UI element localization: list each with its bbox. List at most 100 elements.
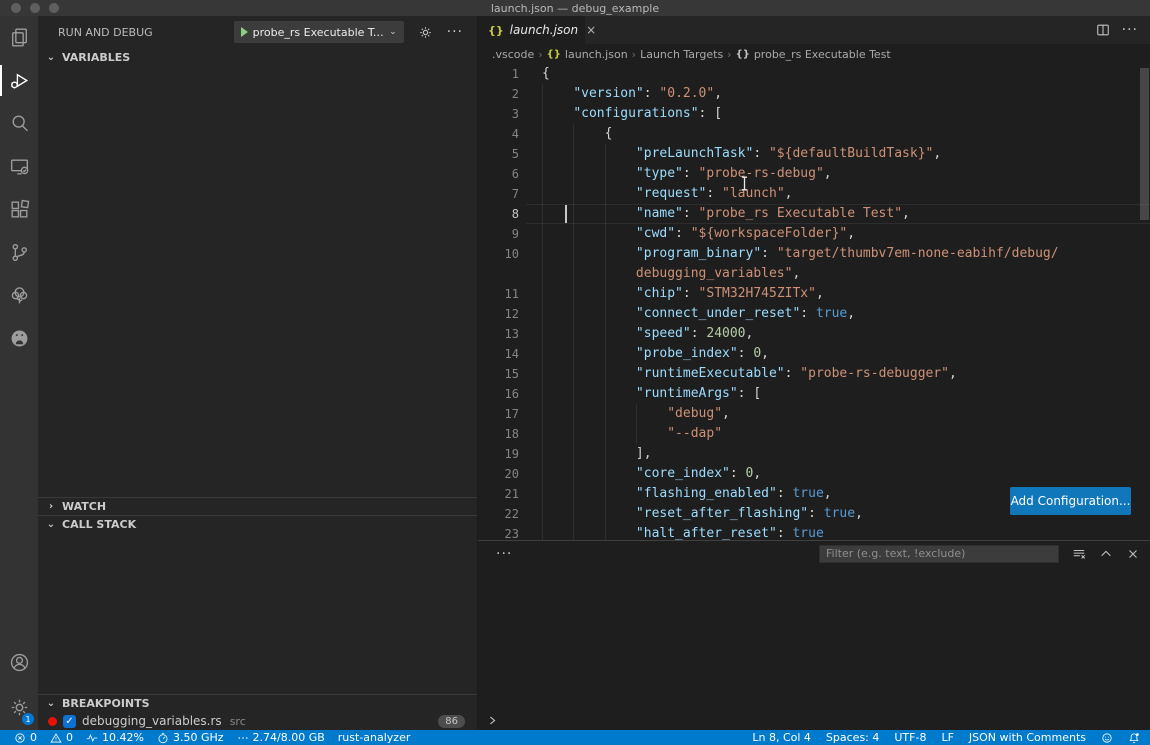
panel-filter-input[interactable] [819,545,1059,563]
line-number[interactable]: 14 [478,344,526,364]
editor-more-actions-icon[interactable]: ··· [1122,22,1138,38]
line-number[interactable]: 4 [478,124,526,144]
maximize-panel-icon[interactable] [1099,547,1113,561]
code-line[interactable]: 17 "debug", [478,404,1150,424]
line-number[interactable]: 21 [478,484,526,504]
search-icon[interactable] [0,102,38,145]
status-item-rust-analyzer[interactable]: rust-analyzer [338,731,411,744]
settings-gear-icon[interactable]: 1 [0,684,38,730]
code-line[interactable]: debugging_variables", [478,264,1150,284]
clear-console-icon[interactable] [1072,547,1086,561]
status-item-0[interactable]: 0 [50,731,73,744]
line-number[interactable]: 12 [478,304,526,324]
code-line[interactable]: 7 "request": "launch", [478,184,1150,204]
line-number[interactable]: 3 [478,104,526,124]
run-and-debug-icon[interactable] [0,59,38,102]
line-number[interactable]: 8 [478,204,526,224]
github-icon[interactable] [0,317,38,360]
watch-section-header[interactable]: › WATCH [38,497,477,515]
code-line[interactable]: 2 "version": "0.2.0", [478,84,1150,104]
accounts-icon[interactable] [0,641,38,684]
code-line[interactable]: 19 ], [478,444,1150,464]
breadcrumb-item[interactable]: {}launch.json [547,48,628,61]
status-item-2-74-8-00-gb[interactable]: 2.74/8.00 GB [237,731,325,744]
debug-settings-gear-icon[interactable] [418,25,433,40]
zoom-window-button[interactable] [49,3,59,13]
code-line[interactable]: 15 "runtimeExecutable": "probe-rs-debugg… [478,364,1150,384]
line-number[interactable]: 22 [478,504,526,524]
status-item-ln-8-col-4[interactable]: Ln 8, Col 4 [752,731,811,744]
line-number[interactable]: 6 [478,164,526,184]
debug-console-input[interactable] [478,711,1150,730]
line-number[interactable]: 1 [478,64,526,84]
split-editor-icon[interactable] [1096,23,1110,37]
code-line[interactable]: 14 "probe_index": 0, [478,344,1150,364]
status-item-feedback[interactable] [1101,732,1113,744]
remote-explorer-icon[interactable] [0,145,38,188]
status-item-lf[interactable]: LF [941,731,953,744]
status-item-json-with-comments[interactable]: JSON with Comments [969,731,1086,744]
close-window-button[interactable] [11,3,21,13]
code-line[interactable]: 4 { [478,124,1150,144]
status-item-utf-8[interactable]: UTF-8 [894,731,926,744]
code-line[interactable]: 5 "preLaunchTask": "${defaultBuildTask}"… [478,144,1150,164]
code-line[interactable]: 16 "runtimeArgs": [ [478,384,1150,404]
status-item-3-50-ghz[interactable]: 3.50 GHz [157,731,224,744]
minimize-window-button[interactable] [30,3,40,13]
code-editor[interactable]: 1{2 "version": "0.2.0",3 "configurations… [478,64,1150,540]
code-line[interactable]: 9 "cwd": "${workspaceFolder}", [478,224,1150,244]
code-line[interactable]: 18 "--dap" [478,424,1150,444]
line-number[interactable]: 7 [478,184,526,204]
start-debugging-icon[interactable] [241,27,248,37]
line-number[interactable]: 23 [478,524,526,540]
todo-tree-icon[interactable] [0,274,38,317]
breadcrumb-item[interactable]: .vscode [492,48,534,61]
code-line[interactable]: 11 "chip": "STM32H745ZITx", [478,284,1150,304]
call-stack-section-header[interactable]: ⌄ CALL STACK [38,515,477,533]
editor-scrollbar[interactable] [1140,68,1149,220]
status-item-spaces-4[interactable]: Spaces: 4 [826,731,879,744]
line-number[interactable]: 18 [478,424,526,444]
code-line[interactable]: 10 "program_binary": "target/thumbv7em-n… [478,244,1150,264]
code-line[interactable]: 13 "speed": 24000, [478,324,1150,344]
breakpoint-row[interactable]: ✓ debugging_variables.rs src 86 [38,712,477,730]
code-line[interactable]: 1{ [478,64,1150,84]
line-number[interactable]: 16 [478,384,526,404]
debug-config-dropdown[interactable]: probe_rs Executable Test ⌄ [234,21,404,43]
status-item-0[interactable]: 0 [14,731,37,744]
breadcrumb-item[interactable]: {}probe_rs Executable Test [736,48,891,61]
line-number[interactable]: 10 [478,244,526,264]
breadcrumb-item[interactable]: Launch Targets [640,48,723,61]
line-number[interactable]: 17 [478,404,526,424]
variables-section-header[interactable]: ⌄ VARIABLES [38,48,477,66]
tab-close-icon[interactable]: × [586,23,596,37]
line-number[interactable]: 13 [478,324,526,344]
line-number[interactable]: 11 [478,284,526,304]
traffic-lights[interactable] [11,3,59,13]
code-line[interactable]: 3 "configurations": [ [478,104,1150,124]
code-line[interactable]: 23 "halt_after_reset": true [478,524,1150,540]
code-line[interactable]: 6 "type": "probe-rs-debug", [478,164,1150,184]
status-item-10-42[interactable]: 10.42% [86,731,144,744]
line-number[interactable]: 5 [478,144,526,164]
code-line[interactable]: 8 "name": "probe_rs Executable Test", [478,204,1150,224]
source-control-icon[interactable] [0,231,38,274]
line-number[interactable]: 15 [478,364,526,384]
close-panel-icon[interactable] [1126,547,1140,561]
add-configuration-button[interactable]: Add Configuration... [1010,487,1131,515]
breakpoint-checkbox[interactable]: ✓ [63,715,76,728]
panel-tabs-overflow-icon[interactable]: ··· [496,546,512,562]
extensions-icon[interactable] [0,188,38,231]
code-line[interactable]: 20 "core_index": 0, [478,464,1150,484]
line-number[interactable] [478,264,526,284]
breakpoints-section-header[interactable]: ⌄ BREAKPOINTS [38,694,477,712]
status-item-bell-dot[interactable] [1128,732,1140,744]
line-number[interactable]: 20 [478,464,526,484]
line-number[interactable]: 19 [478,444,526,464]
tab-launch-json[interactable]: {} launch.json × [478,16,585,44]
explorer-icon[interactable] [0,16,38,59]
line-number[interactable]: 2 [478,84,526,104]
views-more-actions-icon[interactable]: ··· [447,24,463,40]
code-line[interactable]: 12 "connect_under_reset": true, [478,304,1150,324]
line-number[interactable]: 9 [478,224,526,244]
